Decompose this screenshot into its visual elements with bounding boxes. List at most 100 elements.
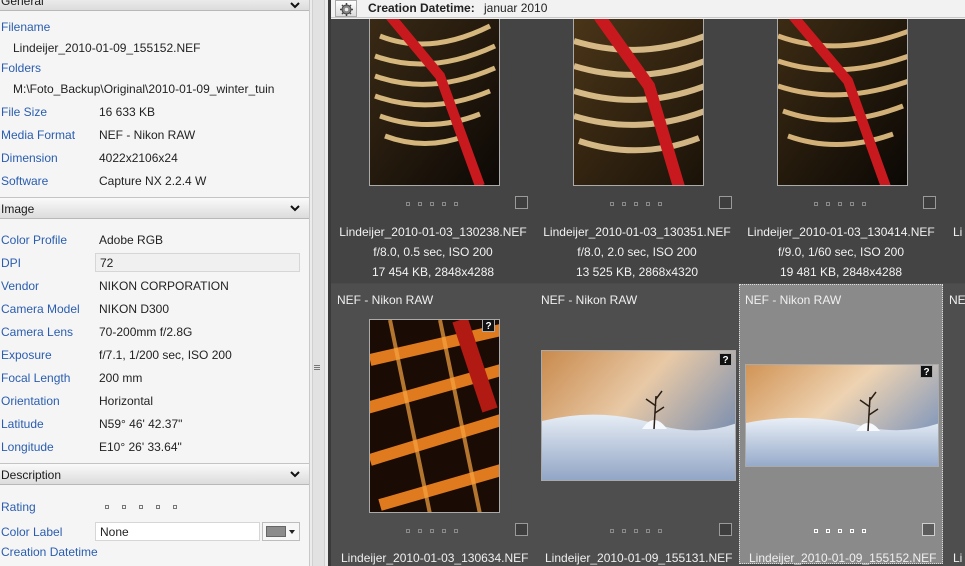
rating-dots[interactable] — [406, 202, 458, 206]
rating-dots[interactable] — [406, 529, 458, 533]
prop-label: Camera Model — [1, 302, 80, 316]
thumbnail-exposure: f/8.0, 2.0 sec, ISO 200 — [577, 245, 697, 259]
prop-label: Orientation — [1, 394, 60, 408]
thumbnail-image[interactable] — [369, 319, 500, 513]
filename-label: Filename — [1, 20, 51, 34]
section-header-image[interactable]: Image — [0, 197, 309, 219]
thumbnail-cell[interactable]: Lindeijer_2010-01-03_130351.NEF f/8.0, 2… — [535, 19, 739, 283]
rating-dots[interactable] — [610, 202, 662, 206]
prop-label: Dimension — [1, 151, 58, 165]
select-checkbox[interactable] — [719, 523, 732, 536]
section-title: Description — [1, 468, 62, 482]
rating-label: Rating — [1, 500, 36, 514]
thumbnail-cell[interactable]: NEF - Nikon RAW ? — [331, 284, 535, 566]
thumbnail-cell-partial[interactable]: NE — [943, 284, 965, 566]
star-icon[interactable] — [122, 505, 126, 509]
unknown-status-icon: ? — [920, 365, 933, 378]
prop-value: NIKON D300 — [99, 302, 170, 316]
thumbnail-cell[interactable]: Lindeijer_2010-01-03_130238.NEF f/8.0, 0… — [331, 19, 535, 283]
gear-icon — [340, 3, 353, 16]
star-icon[interactable] — [105, 505, 109, 509]
thumbnail-filename: Lindeijer_2010-01-03_130634.NEF — [341, 551, 529, 565]
rating-stars[interactable] — [105, 505, 177, 509]
prop-label: File Size — [1, 105, 48, 119]
thumbnail-info: 13 525 KB, 2868x4320 — [575, 265, 699, 279]
thumbnail-format: NEF - Nikon RAW — [541, 293, 638, 307]
thumbnail-filename: Li — [953, 225, 963, 239]
section-header-description[interactable]: Description — [0, 463, 309, 485]
thumbnail-cell-partial[interactable]: Li — [943, 19, 965, 283]
thumbnail-filename: Lindeijer_2010-01-03_130238.NEF — [339, 225, 527, 239]
select-checkbox[interactable] — [515, 523, 528, 536]
prop-value: NIKON CORPORATION — [99, 279, 229, 293]
thumbnail-image[interactable] — [777, 19, 908, 186]
thumbnail-cell-selected[interactable]: NEF - Nikon RAW ? — [739, 284, 943, 564]
color-label-dropdown[interactable] — [262, 522, 300, 541]
thumbnail-filename: Lindeijer_2010-01-09_155131.NEF — [545, 551, 733, 565]
thumbnail-format: NE — [949, 293, 965, 307]
section-title: Image — [1, 202, 35, 216]
section-title: General — [1, 0, 44, 8]
rating-dots[interactable] — [814, 529, 866, 533]
prop-value: NEF - Nikon RAW — [99, 128, 196, 142]
thumbnail-image[interactable] — [745, 364, 939, 467]
panel-scrollbar[interactable] — [312, 0, 325, 566]
prop-value: 200 mm — [99, 371, 143, 385]
star-icon[interactable] — [173, 505, 177, 509]
select-checkbox[interactable] — [515, 196, 528, 209]
creation-datetime-label: Creation Datetime — [1, 545, 98, 559]
prop-label: Software — [1, 174, 49, 188]
prop-label: Vendor — [1, 279, 40, 293]
select-checkbox[interactable] — [922, 523, 935, 536]
thumbnail-image[interactable] — [369, 19, 500, 186]
chevron-down-icon — [290, 2, 300, 9]
creation-datetime-filter-label: Creation Datetime: — [368, 1, 475, 15]
thumbnail-filename: Li — [953, 551, 963, 565]
thumbnail-cell[interactable]: Lindeijer_2010-01-03_130414.NEF f/9.0, 1… — [739, 19, 943, 283]
chevron-down-icon — [290, 471, 300, 478]
dropdown-arrow-icon — [289, 530, 295, 534]
settings-button[interactable] — [335, 0, 357, 17]
prop-value: 70-200mm f/2.8G — [99, 325, 193, 339]
dpi-field[interactable]: 72 — [95, 253, 300, 272]
prop-value: Capture NX 2.2.4 W — [99, 174, 207, 188]
folders-label: Folders — [1, 61, 42, 75]
prop-label: DPI — [1, 256, 22, 270]
prop-value: 4022x2106x24 — [99, 151, 178, 165]
unknown-status-icon: ? — [719, 353, 732, 366]
properties-panel: General Filename Lindeijer_2010-01-09_15… — [0, 0, 310, 566]
star-icon[interactable] — [156, 505, 160, 509]
prop-value: 16 633 KB — [99, 105, 156, 119]
filter-bar: Creation Datetime: januar 2010 — [331, 0, 965, 18]
prop-value: Horizontal — [99, 394, 154, 408]
chevron-down-icon — [290, 205, 300, 212]
splitter-grip-icon[interactable] — [314, 364, 322, 374]
unknown-status-icon: ? — [482, 319, 495, 332]
thumbnail-cell[interactable]: NEF - Nikon RAW ? — [535, 284, 739, 566]
creation-datetime-filter-value[interactable]: januar 2010 — [484, 1, 547, 15]
color-label-field[interactable]: None — [95, 522, 260, 541]
prop-label: Latitude — [1, 417, 44, 431]
thumbnail-filename: Lindeijer_2010-01-03_130351.NEF — [543, 225, 731, 239]
prop-value: Adobe RGB — [99, 233, 164, 247]
select-checkbox[interactable] — [923, 196, 936, 209]
thumbnail-grid[interactable]: Lindeijer_2010-01-03_130238.NEF f/8.0, 0… — [331, 19, 965, 566]
rating-dots[interactable] — [610, 529, 662, 533]
thumbnail-exposure: f/8.0, 0.5 sec, ISO 200 — [373, 245, 493, 259]
select-checkbox[interactable] — [719, 196, 732, 209]
prop-label: Media Format — [1, 128, 76, 142]
color-label-label: Color Label — [1, 525, 63, 539]
prop-label: Color Profile — [1, 233, 68, 247]
folders-value: M:\Foto_Backup\Original\2010-01-09_winte… — [13, 82, 275, 96]
thumbnail-info: 17 454 KB, 2848x4288 — [371, 265, 495, 279]
rating-dots[interactable] — [814, 202, 866, 206]
section-header-general[interactable]: General — [0, 0, 309, 11]
thumbnail-image[interactable] — [573, 19, 704, 186]
prop-label: Longitude — [1, 440, 54, 454]
star-icon[interactable] — [139, 505, 143, 509]
thumbnail-image[interactable] — [541, 350, 736, 481]
thumbnail-info: 19 481 KB, 2848x4288 — [779, 265, 903, 279]
thumbnail-format: NEF - Nikon RAW — [745, 293, 842, 307]
filename-value: Lindeijer_2010-01-09_155152.NEF — [13, 41, 201, 55]
prop-label: Camera Lens — [1, 325, 74, 339]
